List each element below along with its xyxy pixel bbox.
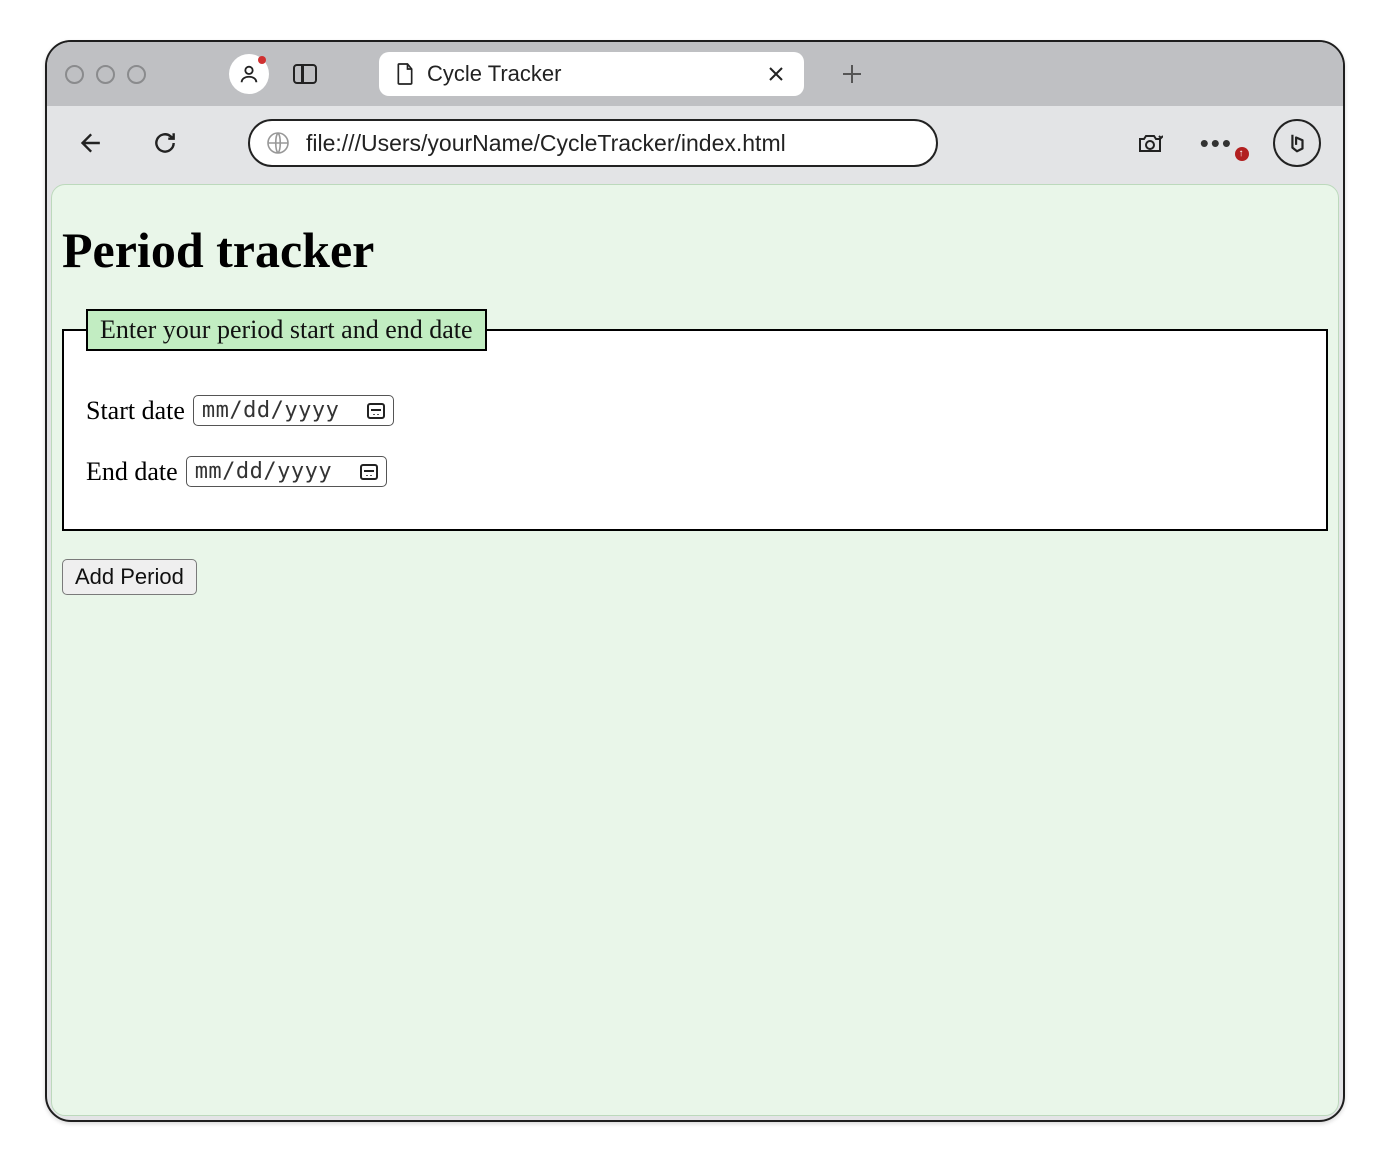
back-button[interactable] xyxy=(69,123,109,163)
reload-button[interactable] xyxy=(145,123,185,163)
end-date-placeholder: mm/dd/yyyy xyxy=(195,459,332,484)
browser-window: Cycle Tracker file:///Users/yourN xyxy=(45,40,1345,1122)
browser-tab[interactable]: Cycle Tracker xyxy=(379,52,804,96)
copilot-button[interactable] xyxy=(1273,119,1321,167)
page-title: Period tracker xyxy=(62,221,1328,279)
page-viewport: Period tracker Enter your period start a… xyxy=(51,184,1339,1116)
sidebar-toggle-button[interactable] xyxy=(293,64,317,84)
start-date-label: Start date xyxy=(86,396,185,426)
notification-dot-icon xyxy=(258,56,266,64)
end-date-label: End date xyxy=(86,457,178,487)
tab-close-button[interactable] xyxy=(762,60,790,88)
date-fieldset: Enter your period start and end date Sta… xyxy=(62,309,1328,531)
titlebar: Cycle Tracker xyxy=(47,42,1343,106)
screenshot-button[interactable] xyxy=(1130,123,1170,163)
window-close-button[interactable] xyxy=(65,65,84,84)
fieldset-legend: Enter your period start and end date xyxy=(86,309,487,351)
window-minimize-button[interactable] xyxy=(96,65,115,84)
file-icon xyxy=(395,62,415,86)
start-date-input[interactable]: mm/dd/yyyy xyxy=(193,395,394,426)
start-date-row: Start date mm/dd/yyyy xyxy=(86,395,1304,426)
toolbar: file:///Users/yourName/CycleTracker/inde… xyxy=(47,106,1343,180)
globe-icon xyxy=(266,131,290,155)
end-date-row: End date mm/dd/yyyy xyxy=(86,456,1304,487)
calendar-icon[interactable] xyxy=(360,464,378,480)
url-text: file:///Users/yourName/CycleTracker/inde… xyxy=(306,130,786,157)
overflow-menu-button[interactable]: •••↑ xyxy=(1200,128,1243,159)
tab-title: Cycle Tracker xyxy=(427,61,750,87)
period-form: Enter your period start and end date Sta… xyxy=(62,309,1328,595)
update-badge-icon: ↑ xyxy=(1235,147,1249,161)
start-date-placeholder: mm/dd/yyyy xyxy=(202,398,339,423)
add-period-button[interactable]: Add Period xyxy=(62,559,197,595)
profile-button[interactable] xyxy=(229,54,269,94)
new-tab-button[interactable] xyxy=(838,60,866,88)
address-bar[interactable]: file:///Users/yourName/CycleTracker/inde… xyxy=(248,119,938,167)
end-date-input[interactable]: mm/dd/yyyy xyxy=(186,456,387,487)
window-controls xyxy=(65,65,146,84)
window-maximize-button[interactable] xyxy=(127,65,146,84)
calendar-icon[interactable] xyxy=(367,403,385,419)
